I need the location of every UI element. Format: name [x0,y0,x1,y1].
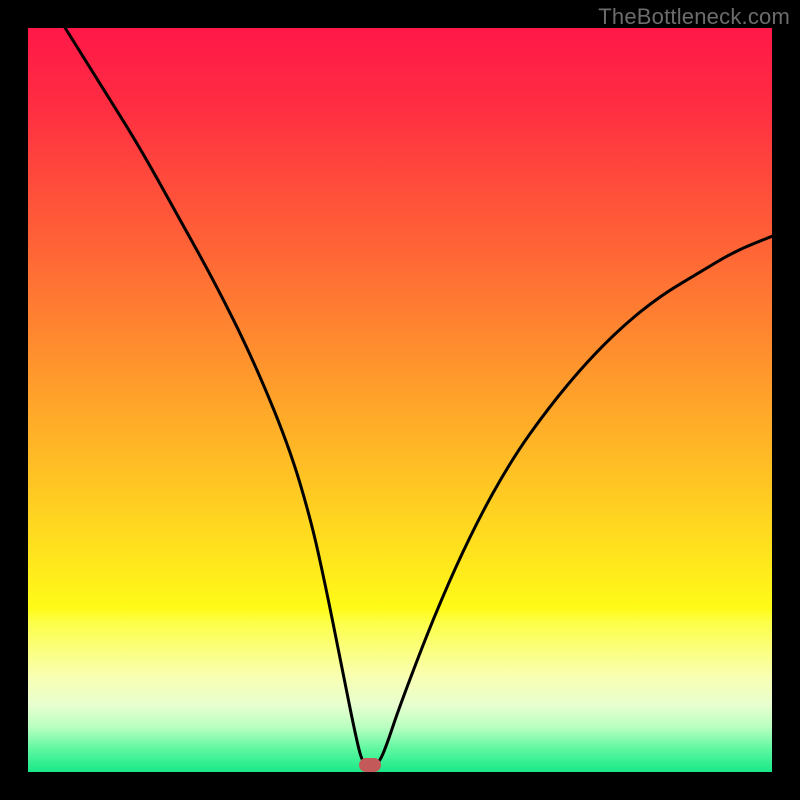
chart-plot-area [28,28,772,772]
app-frame: TheBottleneck.com [0,0,800,800]
optimal-marker [359,758,381,772]
chart-svg [28,28,772,772]
chart-background [28,28,772,772]
watermark-text: TheBottleneck.com [598,4,790,30]
